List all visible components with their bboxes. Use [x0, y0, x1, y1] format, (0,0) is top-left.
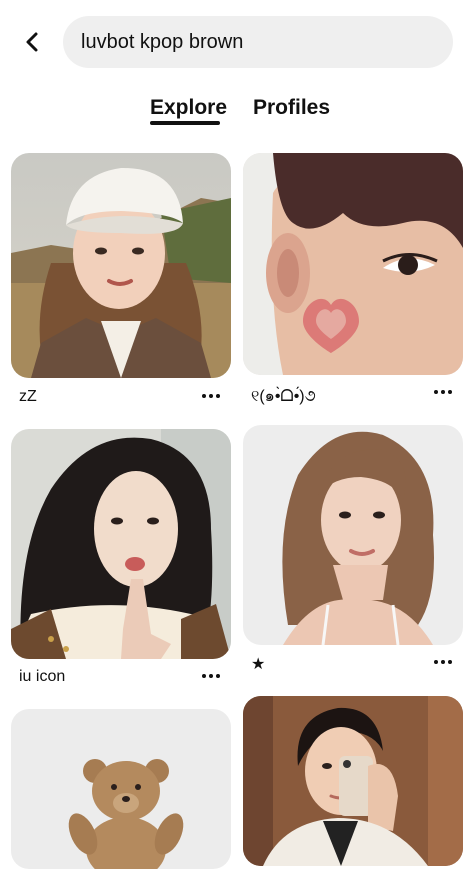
- search-input[interactable]: [81, 30, 435, 54]
- pin-card[interactable]: ★: [243, 425, 463, 680]
- more-options-button[interactable]: [429, 652, 457, 672]
- more-horizontal-icon: [434, 390, 452, 394]
- pin-card[interactable]: iu icon: [11, 429, 231, 694]
- pin-card[interactable]: ୧(๑•̀ᗝ•́)૭: [243, 153, 463, 413]
- pin-caption: ୧(๑•̀ᗝ•́)૭: [251, 388, 316, 405]
- pin-caption: iu icon: [19, 668, 66, 685]
- pin-card[interactable]: [11, 709, 231, 869]
- more-horizontal-icon: [434, 660, 452, 664]
- more-options-button[interactable]: [197, 666, 225, 686]
- pin-card[interactable]: [243, 696, 463, 866]
- pin-card[interactable]: zZ: [11, 153, 231, 413]
- tab-explore[interactable]: Explore: [150, 96, 227, 120]
- pin-image-girl-white-beret[interactable]: [11, 153, 231, 378]
- back-button[interactable]: [14, 24, 50, 60]
- more-options-button[interactable]: [197, 386, 225, 406]
- active-tab-indicator: [150, 121, 220, 125]
- tab-bar: Explore Profiles: [0, 96, 474, 130]
- pin-caption: zZ: [19, 388, 37, 405]
- tab-profiles[interactable]: Profiles: [253, 96, 330, 120]
- pin-image-teddy-bear[interactable]: [11, 709, 231, 869]
- pin-image-boy-mirror-selfie[interactable]: [243, 696, 463, 866]
- more-horizontal-icon: [202, 394, 220, 398]
- pin-image-girl-finger-lips[interactable]: [11, 429, 231, 659]
- search-bar[interactable]: [63, 16, 453, 68]
- more-horizontal-icon: [202, 674, 220, 678]
- more-options-button[interactable]: [429, 382, 457, 402]
- pin-image-boy-heart-cheek[interactable]: [243, 153, 463, 375]
- pin-image-girl-bangs-portrait[interactable]: [243, 425, 463, 645]
- chevron-left-icon: [26, 32, 38, 52]
- pin-caption: ★: [251, 656, 266, 673]
